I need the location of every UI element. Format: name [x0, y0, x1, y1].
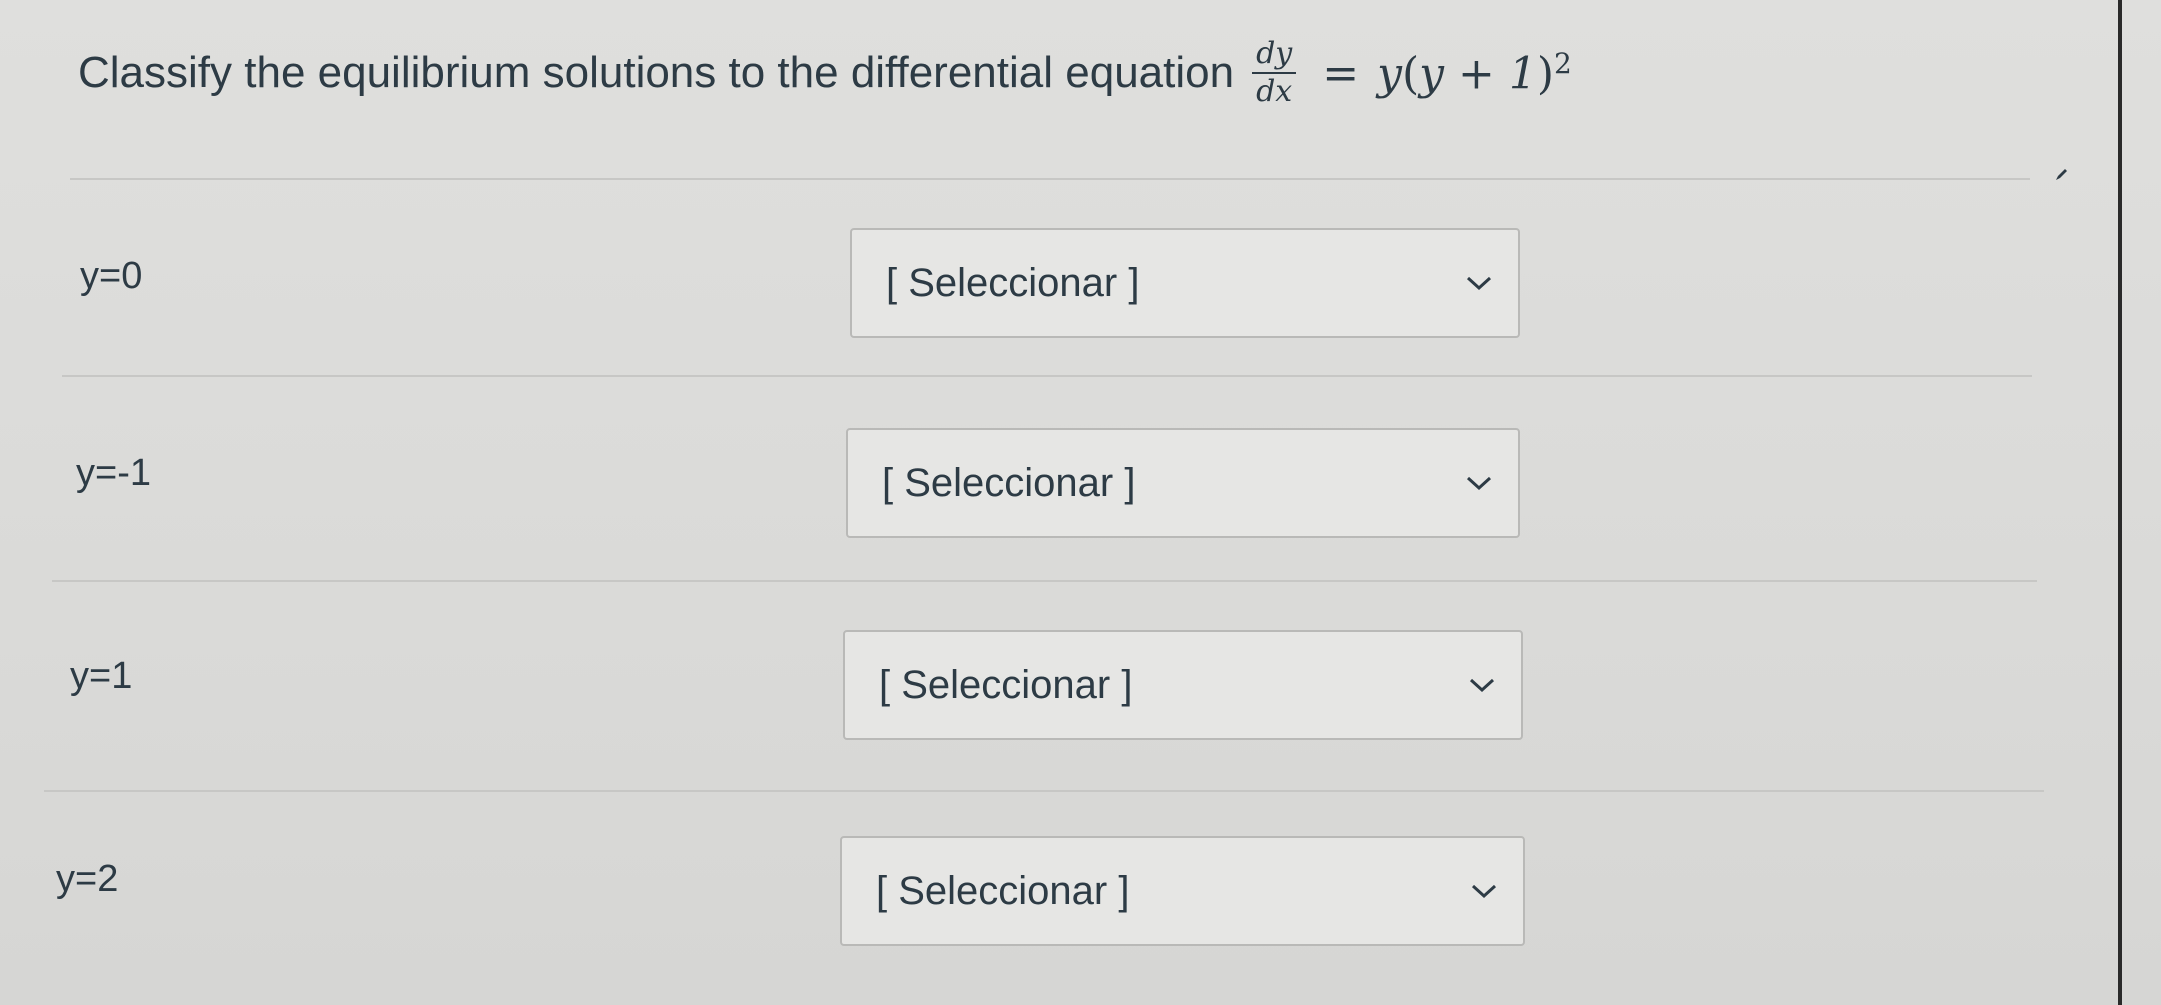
row-label-y-neg1: y=-1	[76, 452, 151, 494]
divider	[44, 790, 2044, 792]
fraction-numerator: dy	[1252, 38, 1297, 74]
divider	[52, 580, 2037, 582]
question-text: Classify the equilibrium solutions to th…	[78, 38, 1572, 108]
rhs-open-paren: (	[1401, 48, 1420, 100]
chevron-down-icon	[1471, 884, 1497, 899]
fraction-denominator: dx	[1256, 74, 1293, 109]
equation-rhs: y(y + 1)2	[1377, 47, 1572, 100]
differential-equation: dy dx = y(y + 1)2	[1248, 38, 1572, 108]
select-value: [ Seleccionar ]	[876, 868, 1130, 913]
derivative-fraction: dy dx	[1252, 38, 1297, 109]
select-value: [ Seleccionar ]	[879, 662, 1133, 707]
row-label-y1: y=1	[70, 655, 133, 697]
select-y2[interactable]: [ Seleccionar ]	[840, 836, 1525, 946]
quiz-page: Classify the equilibrium solutions to th…	[0, 0, 2161, 1005]
row-label-y0: y=0	[80, 255, 143, 297]
select-value: [ Seleccionar ]	[882, 460, 1136, 505]
select-y-neg1[interactable]: [ Seleccionar ]	[846, 428, 1520, 538]
equals-sign: =	[1322, 47, 1360, 99]
question-prompt: Classify the equilibrium solutions to th…	[78, 48, 1235, 97]
rhs-exponent: 2	[1554, 46, 1572, 80]
select-value: [ Seleccionar ]	[886, 260, 1140, 305]
select-y1[interactable]: [ Seleccionar ]	[843, 630, 1523, 740]
divider	[62, 375, 2032, 377]
chevron-down-icon	[1469, 678, 1495, 693]
divider	[70, 178, 2030, 180]
rhs-close-paren: )	[1536, 48, 1555, 100]
rhs-inner: y + 1	[1419, 48, 1537, 100]
select-y0[interactable]: [ Seleccionar ]	[850, 228, 1520, 338]
content-border	[2118, 0, 2122, 1005]
chevron-down-icon	[1466, 276, 1492, 291]
row-label-y2: y=2	[56, 858, 119, 900]
chevron-down-icon	[1466, 476, 1492, 491]
rhs-y: y	[1377, 48, 1402, 100]
pencil-icon[interactable]	[2054, 168, 2068, 182]
